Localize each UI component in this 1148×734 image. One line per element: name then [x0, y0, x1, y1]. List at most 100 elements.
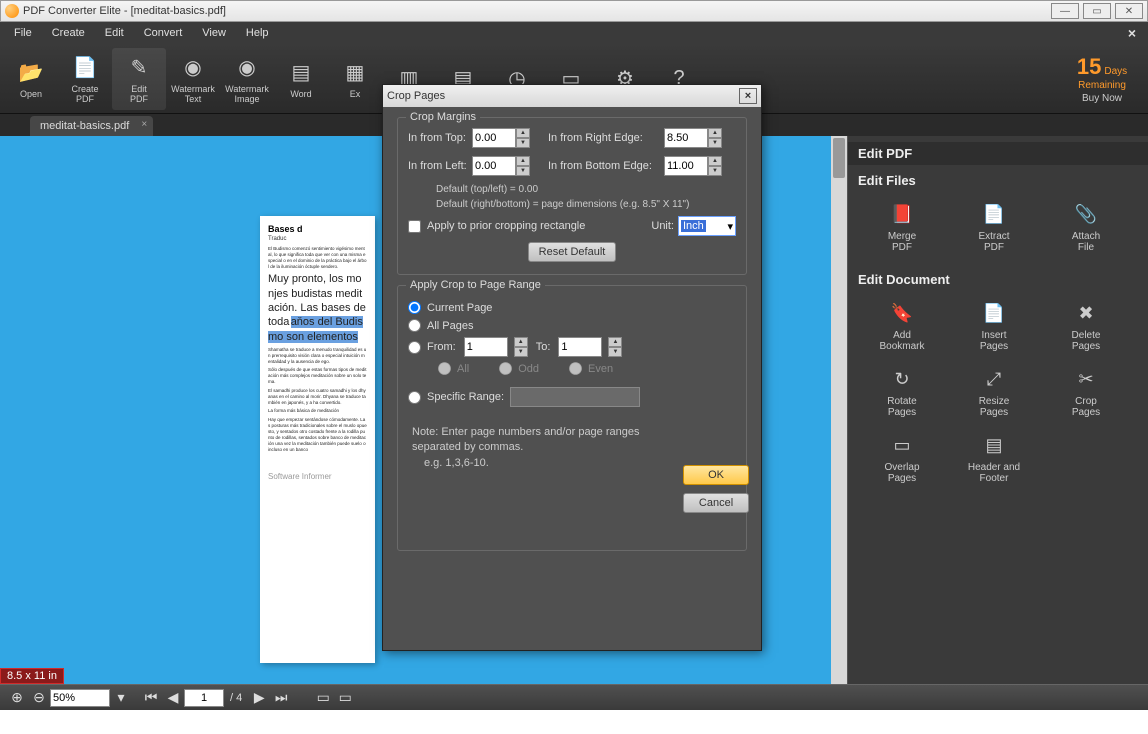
sidebar-file-item[interactable]: 📄Extract PDF [948, 194, 1040, 260]
menu-create[interactable]: Create [42, 27, 95, 39]
view-mode-1-icon[interactable]: ▭ [314, 689, 332, 707]
pen-icon: ✎ [124, 53, 154, 83]
minimize-button[interactable]: — [1051, 3, 1079, 19]
create-pdf-button[interactable]: 📄Create PDF [58, 48, 112, 110]
in-from-left-input[interactable]: ▲▼ [472, 156, 530, 176]
doc-item-icon: ⤢ [981, 367, 1007, 393]
sidebar-doc-item[interactable]: ✂Crop Pages [1040, 359, 1132, 425]
sidebar-file-item[interactable]: 📕Merge PDF [856, 194, 948, 260]
doc-icon: ▤ [286, 58, 316, 88]
file-item-icon: 📎 [1073, 202, 1099, 228]
pdf-page: Bases d Traduc El Budismo comenzó sentim… [260, 216, 375, 663]
prev-page-icon[interactable]: ◀ [164, 689, 182, 707]
file-item-icon: 📕 [889, 202, 915, 228]
sidebar-doc-header: Edit Document [848, 264, 1148, 289]
page-size-badge: 8.5 x 11 in [0, 668, 64, 684]
sub-even-radio [569, 362, 582, 375]
in-from-right-input[interactable]: ▲▼ [664, 128, 722, 148]
sidebar-doc-item[interactable]: ✖Delete Pages [1040, 293, 1132, 359]
zoom-in-icon[interactable]: ⊕ [8, 689, 26, 707]
trial-notice[interactable]: 15 Days Remaining Buy Now [1060, 54, 1144, 104]
doc-item-icon: ↻ [889, 367, 915, 393]
zoom-out-icon[interactable]: ⊖ [30, 689, 48, 707]
titlebar: PDF Converter Elite - [meditat-basics.pd… [0, 0, 1148, 22]
vertical-scrollbar[interactable] [831, 136, 847, 684]
drop-icon: ◉ [178, 53, 208, 83]
sidebar-doc-item[interactable]: 🔖Add Bookmark [856, 293, 948, 359]
doc-item-icon: ▤ [981, 433, 1007, 459]
dialog-title: Crop Pages [387, 90, 445, 102]
menu-help[interactable]: Help [236, 27, 279, 39]
menu-file[interactable]: File [4, 27, 42, 39]
edit-pdf-button[interactable]: ✎Edit PDF [112, 48, 166, 110]
from-input[interactable]: ▲▼ [464, 337, 528, 357]
sidebar-doc-item[interactable]: 📄Insert Pages [948, 293, 1040, 359]
tab-close-icon[interactable]: × [141, 119, 147, 130]
dropdown-icon[interactable]: ▾ [112, 689, 130, 707]
crop-margins-group: Crop Margins In from Top: ▲▼ In from Rig… [397, 117, 747, 275]
menu-view[interactable]: View [192, 27, 236, 39]
reset-default-button[interactable]: Reset Default [528, 242, 617, 262]
zoom-input[interactable] [50, 689, 110, 707]
in-from-bottom-input[interactable]: ▲▼ [664, 156, 722, 176]
doc-item-icon: 📄 [981, 301, 1007, 327]
doc-item-icon: ✂ [1073, 367, 1099, 393]
to-input[interactable]: ▲▼ [558, 337, 622, 357]
menu-close-doc[interactable]: × [1120, 25, 1144, 41]
dialog-close-button[interactable]: × [739, 88, 757, 104]
from-radio[interactable] [408, 341, 421, 354]
file-tab-label: meditat-basics.pdf [40, 120, 129, 132]
specific-range-radio[interactable] [408, 391, 421, 404]
folder-icon: 📂 [16, 58, 46, 88]
current-page-radio[interactable] [408, 301, 421, 314]
app-title: PDF Converter Elite [23, 5, 121, 17]
sidebar-doc-item[interactable]: ↻Rotate Pages [856, 359, 948, 425]
drop-icon: ◉ [232, 53, 262, 83]
scrollbar-thumb[interactable] [833, 138, 845, 178]
all-pages-radio[interactable] [408, 319, 421, 332]
open-button[interactable]: 📂Open [4, 48, 58, 110]
ok-button[interactable]: OK [683, 465, 749, 485]
file-tab[interactable]: meditat-basics.pdf × [30, 116, 153, 136]
next-page-icon[interactable]: ▶ [250, 689, 268, 707]
bottom-bar: ⊕ ⊖ ▾ ⏮ ◀ / 4 ▶ ⏭ ▭ ▭ [0, 684, 1148, 710]
sidebar-doc-item[interactable]: ▤Header and Footer [948, 425, 1040, 491]
excel-button[interactable]: ▦Ex [328, 48, 382, 110]
menu-convert[interactable]: Convert [134, 27, 193, 39]
specific-range-input[interactable] [510, 387, 640, 407]
watermark-text: Software Informer [268, 472, 367, 481]
apply-prior-checkbox[interactable] [408, 220, 421, 233]
doc-item-icon: 🔖 [889, 301, 915, 327]
doc-item-icon: ✖ [1073, 301, 1099, 327]
first-page-icon[interactable]: ⏮ [142, 689, 160, 707]
watermark-text-button[interactable]: ◉Watermark Text [166, 48, 220, 110]
doc-item-icon: ▭ [889, 433, 915, 459]
crop-pages-dialog: Crop Pages × Crop Margins In from Top: ▲… [382, 84, 762, 651]
maximize-button[interactable]: ▭ [1083, 3, 1111, 19]
sidebar-title: Edit PDF [848, 142, 1148, 165]
cancel-button[interactable]: Cancel [683, 493, 749, 513]
word-button[interactable]: ▤Word [274, 48, 328, 110]
sidebar-doc-item[interactable]: ▭Overlap Pages [856, 425, 948, 491]
sub-all-radio [438, 362, 451, 375]
app-logo-icon [5, 4, 19, 18]
close-button[interactable]: ✕ [1115, 3, 1143, 19]
page-input[interactable] [184, 689, 224, 707]
file-item-icon: 📄 [981, 202, 1007, 228]
dialog-titlebar: Crop Pages × [383, 85, 761, 107]
unit-select[interactable]: Inch▾ [678, 216, 736, 236]
page-total: / 4 [230, 692, 242, 704]
in-from-top-input[interactable]: ▲▼ [472, 128, 530, 148]
menu-edit[interactable]: Edit [95, 27, 134, 39]
pdf-icon: 📄 [70, 53, 100, 83]
grid-icon: ▦ [340, 58, 370, 88]
menubar: File Create Edit Convert View Help × [0, 22, 1148, 44]
view-mode-2-icon[interactable]: ▭ [336, 689, 354, 707]
last-page-icon[interactable]: ⏭ [272, 689, 290, 707]
watermark-image-button[interactable]: ◉Watermark Image [220, 48, 274, 110]
sub-odd-radio [499, 362, 512, 375]
sidebar: Edit PDF Edit Files 📕Merge PDF📄Extract P… [848, 136, 1148, 684]
sidebar-files-header: Edit Files [848, 165, 1148, 190]
sidebar-doc-item[interactable]: ⤢Resize Pages [948, 359, 1040, 425]
sidebar-file-item[interactable]: 📎Attach File [1040, 194, 1132, 260]
